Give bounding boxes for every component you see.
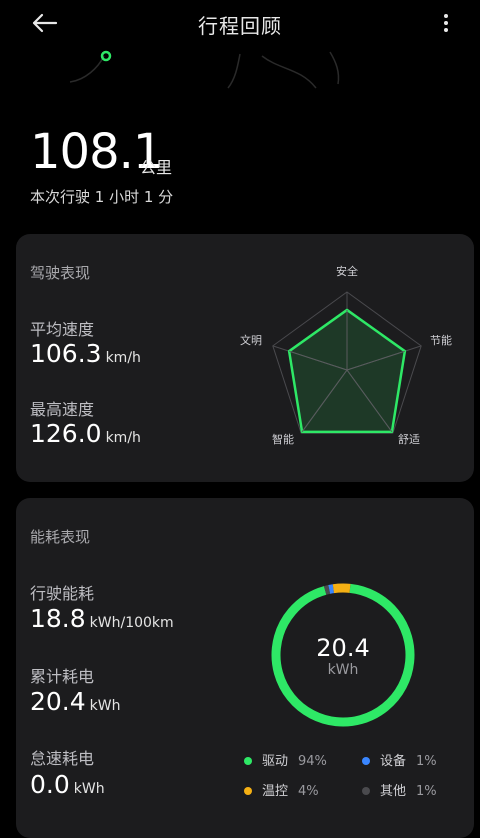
legend-name-climate: 温控	[262, 784, 289, 799]
legend-dot-climate	[244, 786, 252, 795]
radar-label-comfort: 舒适	[398, 433, 420, 446]
radar-label-safety: 安全	[336, 265, 358, 278]
legend-dot-device	[362, 756, 370, 765]
legend-dot-other	[362, 786, 370, 795]
avg-speed-number: 106.3	[30, 339, 102, 368]
driving-radar-chart	[272, 291, 422, 434]
idle-energy-number: 0.0	[30, 770, 70, 799]
total-energy-unit: kWh	[89, 698, 121, 714]
radar-label-smart: 智能	[272, 433, 294, 446]
route-map[interactable]	[0, 48, 480, 104]
consumption-unit: kWh/100km	[89, 615, 174, 631]
radar-label-economy: 节能	[430, 334, 452, 347]
max-speed-number: 126.0	[30, 419, 102, 448]
consumption-number: 18.8	[30, 604, 86, 633]
legend-pct-drive: 94%	[298, 754, 327, 769]
more-options-button[interactable]	[432, 8, 460, 40]
idle-energy-unit: kWh	[73, 781, 105, 797]
legend-name-drive: 驱动	[262, 754, 289, 769]
distance-unit: 公里	[140, 158, 173, 177]
energy-card-title: 能耗表现	[30, 528, 91, 546]
top-bar: 行程回顾	[0, 0, 480, 48]
route-map-graphic	[69, 50, 340, 89]
idle-energy-value: 0.0 kWh	[30, 770, 105, 799]
total-energy-label: 累计耗电	[30, 667, 95, 686]
legend-item-device: 设备 1%	[362, 750, 437, 769]
legend-name-device: 设备	[380, 754, 407, 769]
max-speed-label: 最高速度	[30, 400, 95, 419]
driving-card-title: 驾驶表现	[30, 264, 91, 282]
legend-pct-device: 1%	[416, 754, 437, 769]
legend-item-drive: 驱动 94%	[244, 750, 327, 769]
idle-energy-label: 怠速耗电	[30, 749, 95, 768]
legend-pct-climate: 4%	[298, 784, 319, 799]
trip-duration: 本次行驶 1 小时 1 分	[30, 188, 174, 206]
radar-label-civility: 文明	[240, 334, 262, 347]
legend-item-other: 其他 1%	[362, 780, 437, 799]
donut-center-unit: kWh	[327, 662, 359, 678]
total-energy-value: 20.4 kWh	[30, 687, 121, 716]
donut-center-value: 20.4	[316, 634, 370, 662]
total-energy-number: 20.4	[30, 687, 86, 716]
legend-name-other: 其他	[380, 784, 407, 799]
avg-speed-unit: km/h	[105, 350, 141, 366]
page-title: 行程回顾	[198, 14, 282, 38]
consumption-label: 行驶能耗	[30, 584, 95, 603]
legend-dot-drive	[244, 756, 252, 765]
more-vertical-icon	[444, 14, 448, 32]
legend-pct-other: 1%	[416, 784, 437, 799]
max-speed-unit: km/h	[105, 430, 141, 446]
avg-speed-label: 平均速度	[30, 320, 95, 339]
avg-speed-value: 106.3 km/h	[30, 339, 141, 368]
max-speed-value: 126.0 km/h	[30, 419, 141, 448]
consumption-value: 18.8 kWh/100km	[30, 604, 174, 633]
legend-item-climate: 温控 4%	[244, 780, 319, 799]
